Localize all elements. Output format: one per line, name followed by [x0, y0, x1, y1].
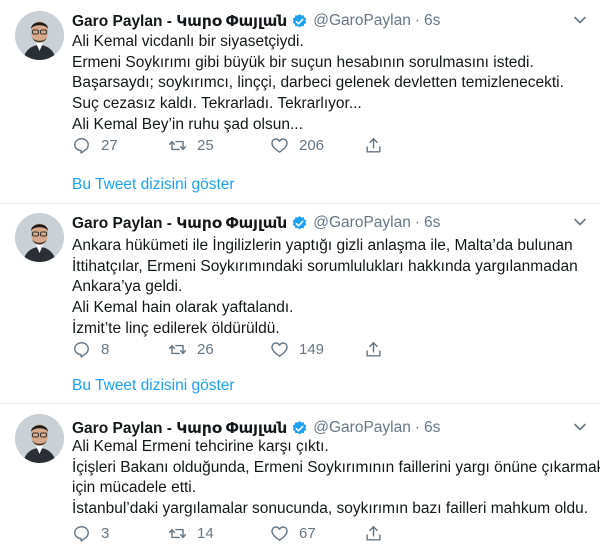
show-thread-link[interactable]: Bu Tweet dizisini göster — [72, 377, 235, 395]
verified-badge-icon — [293, 215, 307, 229]
retweet-button[interactable]: 25 — [168, 136, 214, 155]
tweet-text-line: Başarsaydı; soykırımcı, linççi, darbeci … — [72, 74, 564, 92]
reply-icon — [74, 138, 89, 154]
like-count: 206 — [299, 137, 325, 154]
timestamp[interactable]: 6s — [424, 12, 440, 30]
reply-icon — [74, 342, 89, 358]
share-icon — [366, 342, 381, 357]
heart-icon — [271, 526, 288, 541]
retweet-icon — [168, 140, 187, 151]
retweet-count: 14 — [197, 525, 214, 542]
separator-dot: · — [414, 214, 421, 231]
tweet-text-line: Suç cezasız kaldı. Tekrarladı. Tekrarlıy… — [72, 95, 362, 113]
author-handle[interactable]: @GaroPaylan — [313, 12, 411, 30]
timestamp[interactable]: 6s — [424, 419, 440, 437]
tweet-header: Garo Paylan - Կարօ Փայլան @GaroPaylan · … — [72, 212, 440, 234]
share-button[interactable] — [364, 524, 393, 543]
tweet-text: Ali Kemal Ermeni tehcirine karşı çıktı. … — [72, 437, 600, 520]
like-count: 67 — [299, 525, 316, 542]
author-handle[interactable]: @GaroPaylan — [313, 214, 411, 232]
heart-icon — [271, 342, 288, 357]
heart-icon — [271, 138, 288, 153]
retweet-button[interactable]: 26 — [168, 340, 214, 359]
reply-count: 3 — [101, 525, 110, 542]
like-count: 149 — [299, 341, 325, 358]
reply-count: 27 — [101, 137, 118, 154]
separator-dot: · — [414, 12, 421, 29]
tweet-header: Garo Paylan - Կարօ Փայլան @GaroPaylan · … — [72, 10, 440, 32]
chevron-down-icon[interactable] — [572, 12, 588, 28]
author-handle[interactable]: @GaroPaylan — [313, 419, 411, 437]
tweet-header: Garo Paylan - Կարօ Փայլան @GaroPaylan · … — [72, 417, 440, 439]
like-button[interactable]: 67 — [270, 524, 316, 543]
avatar[interactable] — [15, 11, 64, 60]
author-name[interactable]: Garo Paylan - Կարօ Փայլան — [72, 214, 287, 233]
tweet-actions: 3 14 67 — [72, 524, 402, 546]
avatar[interactable] — [15, 414, 64, 463]
verified-badge-icon — [293, 420, 307, 434]
tweet-actions: 27 25 206 — [72, 136, 402, 158]
reply-button[interactable]: 27 — [72, 136, 118, 155]
tweet-text-line: İzmit’te linç edilerek öldürüldü. — [72, 319, 280, 337]
timestamp[interactable]: 6s — [424, 214, 440, 232]
tweet-text: Ankara hükümeti ile İngilizlerin yaptığı… — [72, 236, 578, 340]
like-button[interactable]: 206 — [270, 136, 324, 155]
share-icon — [366, 526, 381, 541]
tweet-feed: Garo Paylan - Կարօ Փայլան @GaroPaylan · … — [0, 0, 600, 554]
tweet-text-line: İçişleri Bakanı olduğunda, Ermeni Soykır… — [72, 458, 600, 476]
tweet[interactable]: Garo Paylan - Կարօ Փայլան @GaroPaylan · … — [0, 0, 600, 205]
reply-count: 8 — [101, 341, 110, 358]
tweet-text-line: Ali Kemal vicdanlı bir siyasetçiydi. — [72, 33, 304, 50]
retweet-count: 25 — [197, 137, 214, 154]
share-icon — [366, 138, 381, 153]
verified-badge-icon — [293, 13, 307, 27]
tweet-text-line: Ermeni Soykırımı gibi büyük bir suçun he… — [72, 53, 534, 71]
reply-icon — [74, 526, 89, 542]
tweet[interactable]: Garo Paylan - Կարօ Փայլան @GaroPaylan · … — [0, 404, 600, 554]
tweet-text: Ali Kemal vicdanlı bir siyasetçiydi. Erm… — [72, 32, 564, 136]
reply-button[interactable]: 3 — [72, 524, 109, 543]
tweet-text-line: Ali Kemal Bey’in ruhu şad olsun... — [72, 115, 303, 133]
show-thread-link[interactable]: Bu Tweet dizisini göster — [72, 176, 235, 194]
chevron-down-icon[interactable] — [572, 214, 588, 230]
tweet[interactable]: Garo Paylan - Կարօ Փայլան @GaroPaylan · … — [0, 204, 600, 404]
tweet-text-line: Ankara’ya geldi. — [72, 278, 183, 296]
author-name[interactable]: Garo Paylan - Կարօ Փայլան — [72, 12, 287, 31]
like-button[interactable]: 149 — [270, 340, 324, 359]
tweet-actions: 8 26 149 — [72, 340, 402, 362]
retweet-button[interactable]: 14 — [168, 524, 214, 543]
avatar[interactable] — [15, 213, 64, 262]
share-button[interactable] — [364, 136, 393, 155]
chevron-down-icon[interactable] — [572, 419, 588, 435]
retweet-icon — [168, 528, 187, 539]
separator-dot: · — [414, 419, 421, 436]
retweet-count: 26 — [197, 341, 214, 358]
tweet-text-line: İstanbul’daki yargılamalar sonucunda, so… — [72, 500, 589, 518]
author-name[interactable]: Garo Paylan - Կարօ Փայլան — [72, 419, 287, 438]
tweet-text-line: için mücadele etti. — [72, 479, 197, 497]
tweet-text-line: İttihatçılar, Ermeni Soykırımındaki soru… — [72, 257, 578, 275]
reply-button[interactable]: 8 — [72, 340, 109, 359]
share-button[interactable] — [364, 340, 393, 359]
tweet-text-line: Ankara hükümeti ile İngilizlerin yaptığı… — [72, 237, 573, 254]
retweet-icon — [168, 344, 187, 355]
tweet-text-line: Ali Kemal hain olarak yaftalandı. — [72, 299, 294, 317]
tweet-text-line: Ali Kemal Ermeni tehcirine karşı çıktı. — [72, 438, 329, 455]
